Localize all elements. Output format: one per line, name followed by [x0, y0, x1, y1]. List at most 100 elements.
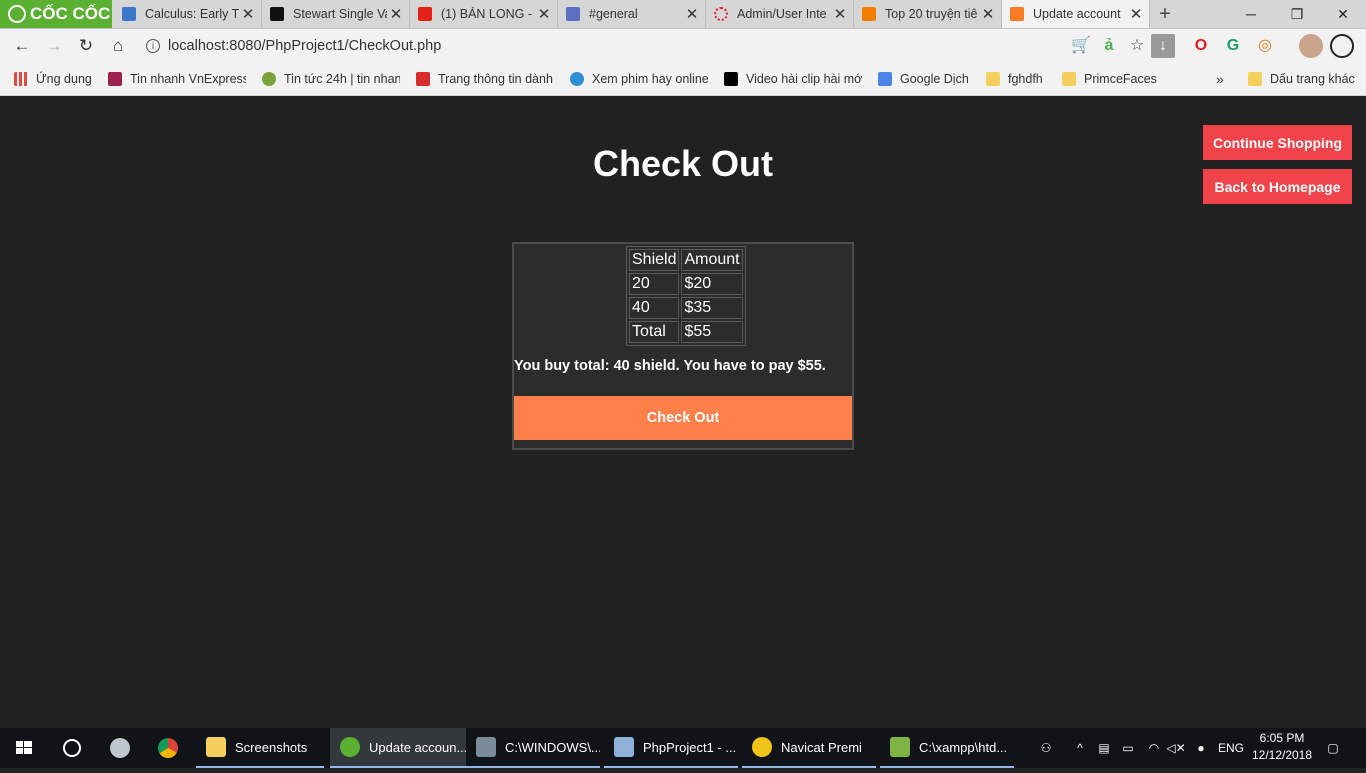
address-bar[interactable]: i localhost:8080/PhpProject1/CheckOut.ph…	[140, 32, 1175, 60]
browser-brand[interactable]: CỐC CỐC	[0, 0, 112, 28]
bookmark-label: Dấu trang khác	[1270, 72, 1355, 86]
bookmark-label: Tin nhanh VnExpress	[130, 72, 246, 86]
bookmark-label: Ứng dụng	[36, 72, 92, 86]
clock-date: 12/12/2018	[1251, 748, 1313, 762]
bookmark-label: Tin tức 24h | tin nhan	[284, 72, 400, 86]
bookmark-clip[interactable]: Video hài clip hài mới	[724, 70, 862, 88]
grammarly-icon[interactable]: G	[1221, 34, 1245, 58]
bookmark-phim[interactable]: Xem phim hay online	[570, 70, 708, 88]
tab-update-account[interactable]: Update account ✕	[1002, 0, 1150, 28]
clip-icon	[724, 72, 738, 86]
notifications-icon[interactable]: ▢	[1320, 728, 1346, 768]
tab-admin[interactable]: Admin/User Inte ✕	[706, 0, 854, 28]
bookmark-label: Xem phim hay online	[592, 72, 708, 86]
cart-table: Shield Amount 20 $20 40 $35 Total $55	[626, 246, 746, 346]
tab-title: (1) BẢN LONG - Y	[441, 7, 535, 21]
start-button[interactable]	[0, 728, 48, 768]
taskbar-item-label: C:\xampp\htd...	[919, 739, 1008, 755]
bookmarks-more-button[interactable]: »	[1216, 70, 1230, 88]
tab-top20[interactable]: Top 20 truyện tiê ✕	[854, 0, 1002, 28]
weather-icon[interactable]: ●	[1190, 728, 1212, 768]
keyboard-icon[interactable]: ▤	[1094, 728, 1114, 768]
cart-icon[interactable]: 🛒	[1069, 34, 1093, 58]
close-tab-icon[interactable]: ✕	[683, 5, 701, 23]
table-cell: $55	[681, 321, 743, 343]
bookmark-label: fghdfh	[1008, 72, 1043, 86]
close-tab-icon[interactable]: ✕	[831, 5, 849, 23]
table-cell: $35	[681, 297, 743, 319]
bookmark-google-dich[interactable]: Google Dịch	[878, 70, 978, 88]
bookmark-fghdfh[interactable]: fghdfh	[986, 70, 1052, 88]
taskbar-chrome-app[interactable]	[148, 728, 192, 768]
minimize-button[interactable]: ─	[1228, 0, 1274, 28]
tab-calculus[interactable]: Calculus: Early Tr ✕	[114, 0, 262, 28]
forward-button[interactable]: →	[41, 33, 67, 59]
folder-icon	[986, 72, 1000, 86]
taskbar-item-screenshots[interactable]: Screenshots	[196, 728, 324, 768]
cortana-button[interactable]	[52, 728, 92, 768]
tab-strip: CỐC CỐC Calculus: Early Tr ✕ Stewart Sin…	[0, 0, 1366, 29]
taskbar-item-netbeans[interactable]: PhpProject1 - ...	[604, 728, 738, 768]
notepadpp-icon	[890, 737, 910, 757]
system-clock[interactable]: 6:05 PM 12/12/2018	[1246, 730, 1318, 764]
s-logo-icon	[270, 7, 284, 21]
coccoc-icon	[340, 737, 360, 757]
download-icon[interactable]: ↓	[1151, 34, 1175, 58]
reload-button[interactable]: ↻	[73, 33, 99, 59]
translate-icon[interactable]: ả	[1097, 34, 1121, 58]
volume-muted-icon[interactable]: ◁✕	[1166, 728, 1186, 768]
bookmark-star-icon[interactable]: ☆	[1125, 34, 1149, 58]
tab-discord[interactable]: #general ✕	[558, 0, 706, 28]
xampp-icon	[1010, 7, 1024, 21]
new-tab-button[interactable]: +	[1153, 0, 1177, 28]
bookmark-label: Google Dịch	[900, 72, 969, 86]
bookmark-apps[interactable]: Ứng dụng	[14, 70, 98, 88]
site-info-icon[interactable]: i	[146, 39, 160, 53]
cmd-icon	[476, 737, 496, 757]
tab-stewart[interactable]: Stewart Single Va ✕	[262, 0, 410, 28]
close-window-button[interactable]: ✕	[1320, 0, 1366, 28]
taskbar-item-navicat[interactable]: Navicat Premi	[742, 728, 876, 768]
wifi-icon[interactable]: ◠	[1142, 728, 1166, 768]
close-tab-icon[interactable]: ✕	[535, 5, 553, 23]
bookmark-primcefaces[interactable]: PrimceFaces	[1062, 70, 1158, 88]
taskbar-item-cmd[interactable]: C:\WINDOWS\...	[466, 728, 600, 768]
taskbar-item-notepadpp[interactable]: C:\xampp\htd...	[880, 728, 1014, 768]
restore-button[interactable]: ❐	[1274, 0, 1320, 28]
table-cell: Total	[629, 321, 680, 343]
bookmark-24h[interactable]: Tin tức 24h | tin nhan	[262, 70, 400, 88]
search-circle-icon	[63, 739, 81, 757]
taskbar-item-label: C:\WINDOWS\...	[505, 739, 600, 755]
close-tab-icon[interactable]: ✕	[979, 5, 997, 23]
blogger-icon	[862, 7, 876, 21]
extension-icon[interactable]: ◎	[1253, 34, 1277, 58]
paint-icon	[110, 738, 130, 758]
apps-grid-icon	[14, 72, 28, 86]
battery-icon[interactable]: ▭	[1118, 728, 1138, 768]
profile-avatar[interactable]	[1299, 34, 1323, 58]
purchase-summary: You buy total: 40 shield. You have to pa…	[514, 358, 826, 374]
language-indicator[interactable]: ENG	[1216, 728, 1246, 768]
close-tab-icon[interactable]: ✕	[1127, 5, 1145, 23]
back-to-homepage-button[interactable]: Back to Homepage	[1203, 169, 1352, 204]
continue-shopping-button[interactable]: Continue Shopping	[1203, 125, 1352, 160]
check-out-button[interactable]: Check Out	[514, 396, 852, 440]
chevron-up-icon[interactable]: ^	[1070, 728, 1090, 768]
menu-circle-icon[interactable]	[1330, 34, 1354, 58]
tab-youtube[interactable]: (1) BẢN LONG - Y ✕	[410, 0, 558, 28]
google-translate-icon	[878, 72, 892, 86]
taskbar-paint-app[interactable]	[100, 728, 144, 768]
back-button[interactable]: ←	[9, 33, 35, 59]
close-tab-icon[interactable]: ✕	[239, 5, 257, 23]
bookmark-other[interactable]: Dấu trang khác	[1248, 70, 1360, 88]
bookmark-genk[interactable]: Trang thông tin dành	[416, 70, 554, 88]
close-tab-icon[interactable]: ✕	[387, 5, 405, 23]
opera-icon[interactable]: O	[1189, 34, 1213, 58]
tab-title: Calculus: Early Tr	[145, 7, 239, 21]
bookmark-vnexpress[interactable]: Tin nhanh VnExpress	[108, 70, 246, 88]
home-button[interactable]: ⌂	[105, 33, 131, 59]
people-icon[interactable]: ⚇	[1034, 728, 1058, 768]
taskbar-item-coccoc[interactable]: Update accoun...	[330, 728, 466, 768]
coccoc-logo-icon	[8, 5, 26, 23]
table-cell: 40	[629, 297, 680, 319]
